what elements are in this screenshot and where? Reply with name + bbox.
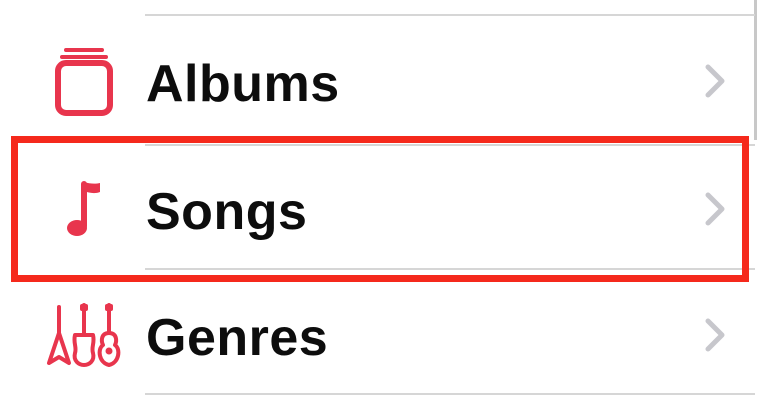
- chevron-right-icon: [705, 318, 725, 352]
- chevron-right-icon: [705, 64, 725, 98]
- chevron-right-icon: [705, 192, 725, 226]
- albums-label: Albums: [146, 55, 340, 113]
- separator-top: [145, 14, 755, 16]
- genres-label: Genres: [146, 309, 329, 367]
- guitars-icon: [44, 300, 124, 372]
- albums-icon: [48, 46, 120, 118]
- songs-label: Songs: [146, 183, 308, 241]
- list-item-songs[interactable]: Songs: [0, 150, 767, 270]
- music-note-icon: [48, 174, 120, 246]
- list-item-albums[interactable]: Albums: [0, 22, 767, 142]
- separator-bottom: [145, 393, 755, 395]
- list-item-genres[interactable]: Genres: [0, 276, 767, 396]
- separator-songs-genres: [145, 268, 755, 270]
- separator-albums-songs: [145, 144, 755, 146]
